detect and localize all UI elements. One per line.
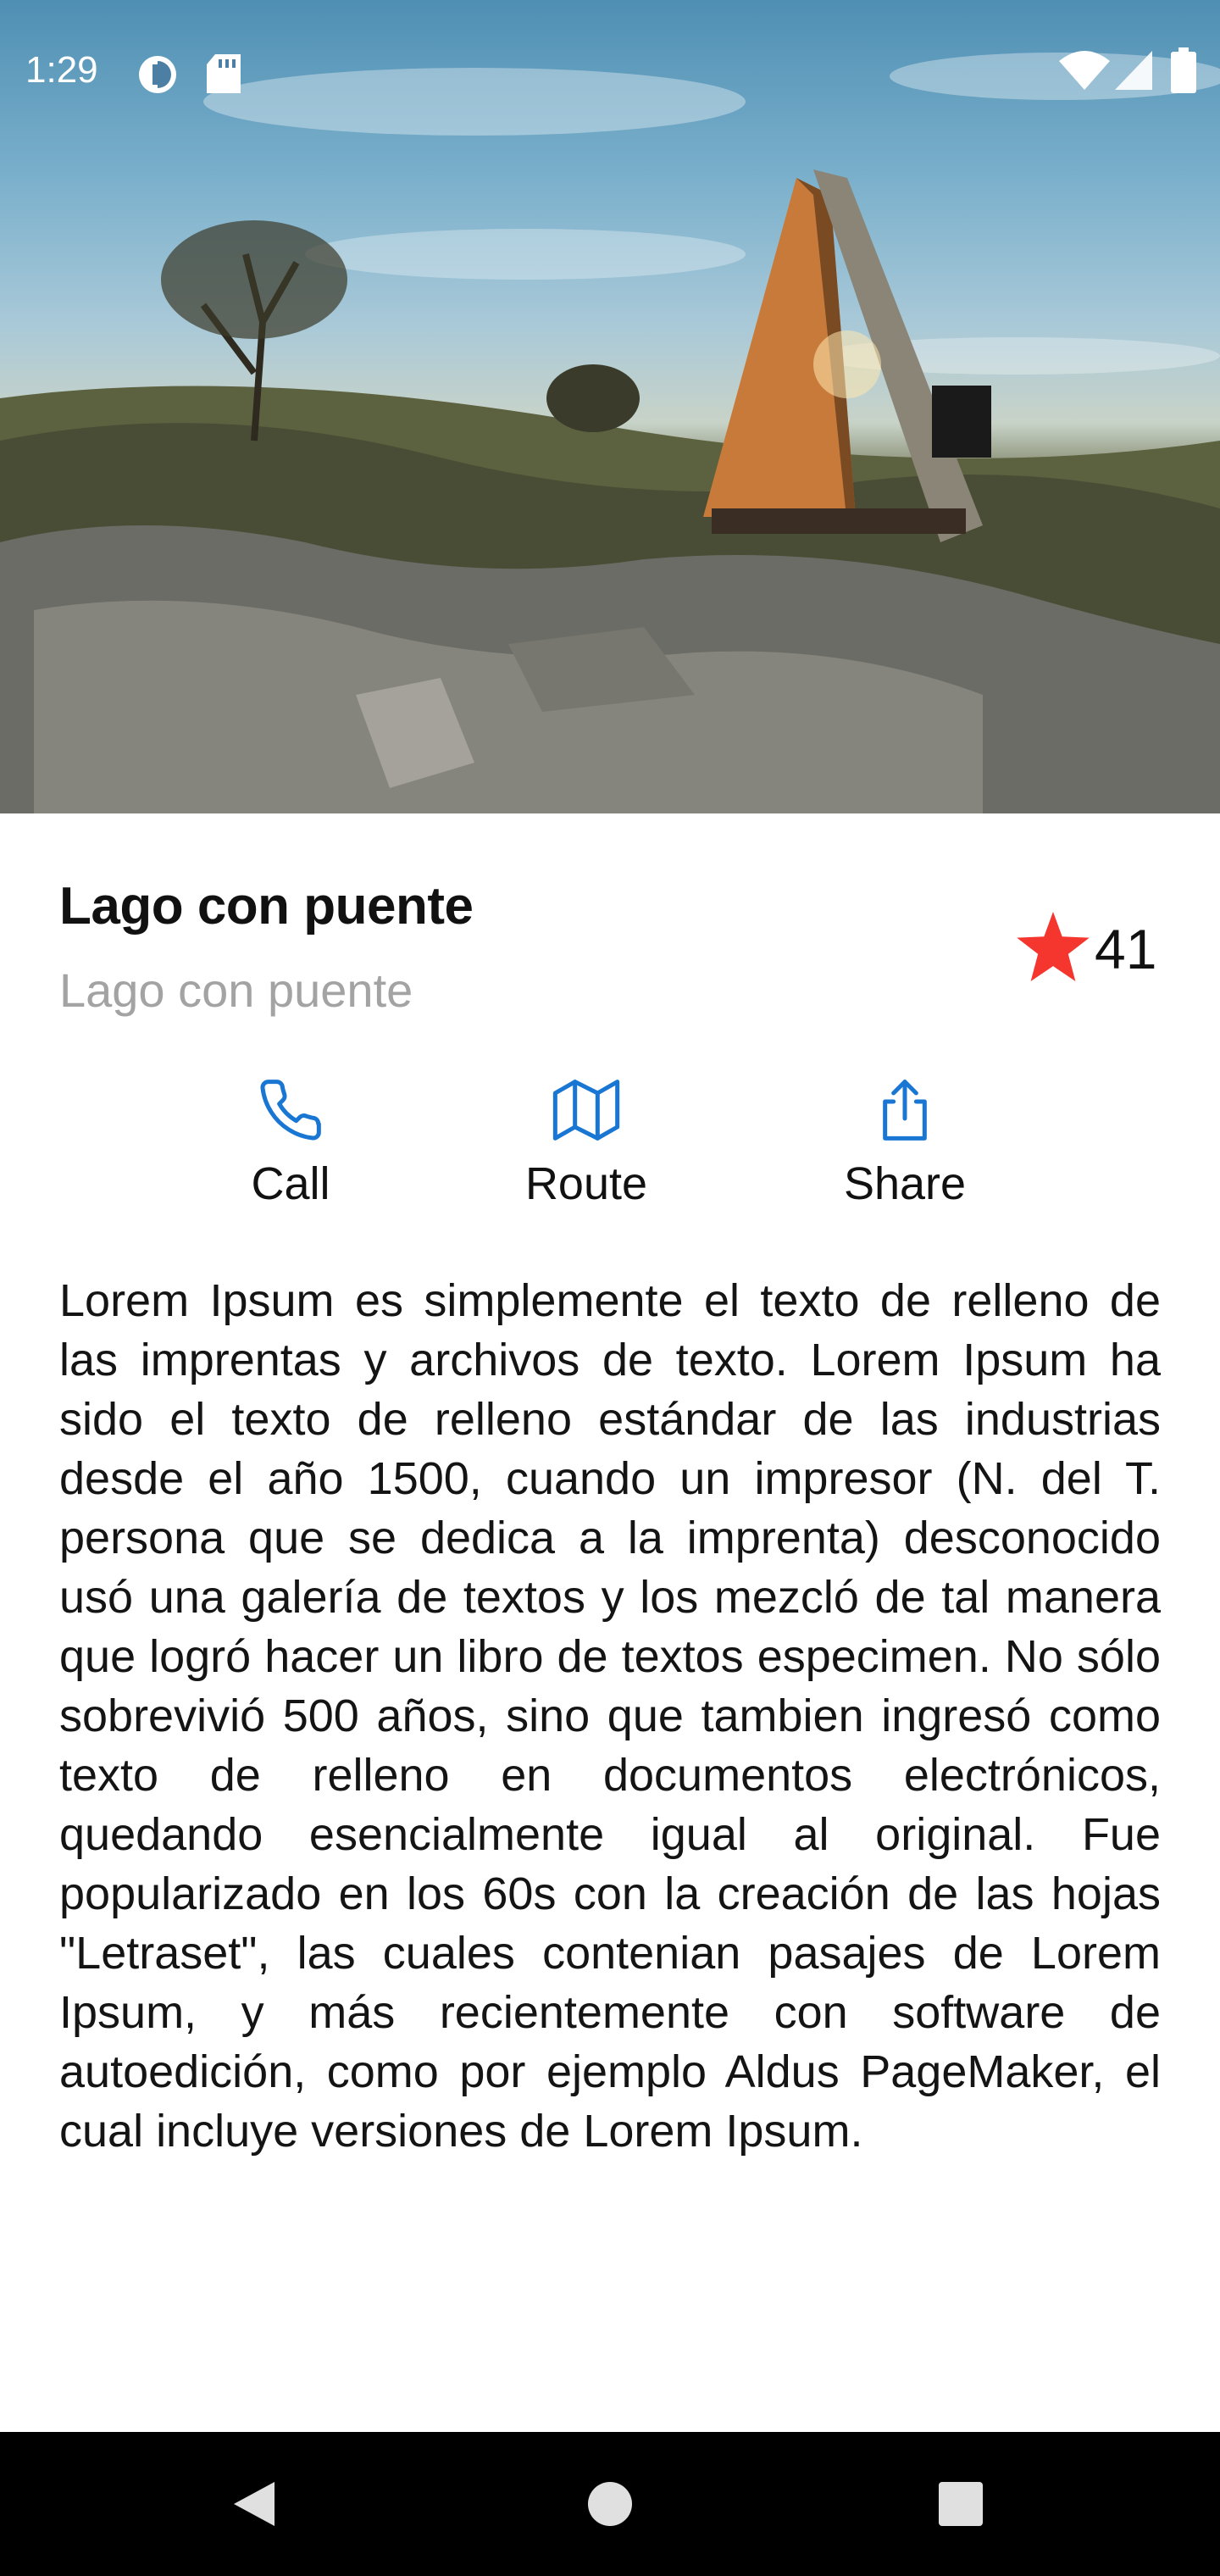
phone-icon	[257, 1076, 324, 1144]
call-label: Call	[251, 1158, 330, 1209]
star-icon	[1017, 912, 1090, 985]
back-icon	[234, 2482, 274, 2526]
status-bar: 1:29	[0, 0, 1220, 144]
back-button[interactable]	[186, 2432, 322, 2576]
status-time: 1:29	[25, 49, 98, 91]
recents-button[interactable]	[893, 2432, 1029, 2576]
place-title: Lago con puente	[59, 877, 474, 935]
call-button[interactable]: Call	[197, 1076, 384, 1220]
share-icon	[871, 1076, 939, 1144]
home-button[interactable]	[542, 2432, 678, 2576]
sd-card-icon	[207, 54, 242, 97]
data-saver-icon	[136, 53, 180, 101]
home-icon	[588, 2482, 632, 2526]
recents-icon	[939, 2482, 983, 2526]
place-subtitle: Lago con puente	[59, 963, 413, 1017]
rating[interactable]: 41	[1017, 907, 1169, 991]
share-button[interactable]: Share	[812, 1076, 998, 1220]
battery-icon	[1171, 47, 1196, 97]
route-button[interactable]: Route	[493, 1076, 679, 1220]
route-label: Route	[524, 1158, 648, 1209]
wifi-icon	[1059, 51, 1110, 94]
cellular-signal-icon	[1115, 51, 1152, 94]
description-text: Lorem Ipsum es simplemente el texto de r…	[59, 1275, 1161, 2157]
navigation-bar	[0, 2432, 1220, 2576]
rating-count: 41	[1095, 918, 1157, 980]
map-icon	[552, 1076, 620, 1144]
share-label: Share	[843, 1158, 967, 1209]
